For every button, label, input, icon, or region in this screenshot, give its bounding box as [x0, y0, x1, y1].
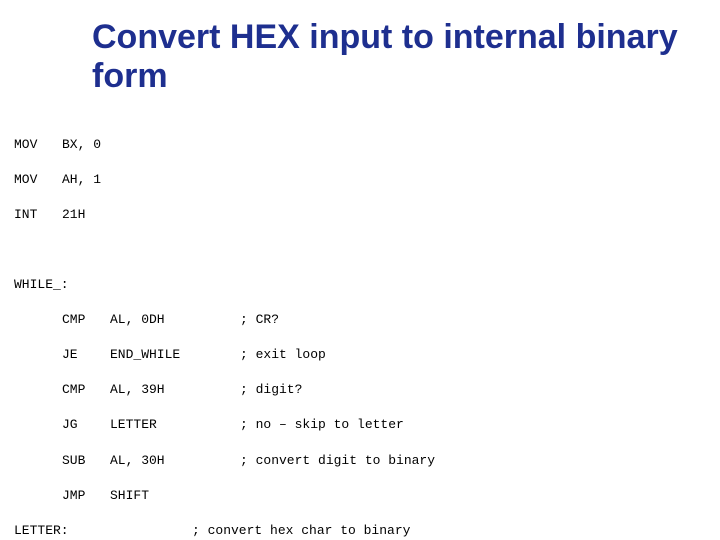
operand: LETTER — [110, 416, 240, 434]
comment: ; digit? — [240, 381, 302, 399]
operand: AL, 0DH — [110, 311, 240, 329]
mnemonic: CMP — [62, 311, 110, 329]
operand: SHIFT — [110, 487, 240, 505]
mnemonic: INT — [14, 206, 62, 224]
comment: ; no – skip to letter — [240, 416, 404, 434]
mnemonic: MOV — [14, 171, 62, 189]
slide-title: Convert HEX input to internal binary for… — [92, 18, 720, 96]
mnemonic: JG — [62, 416, 110, 434]
comment: ; exit loop — [240, 346, 326, 364]
mnemonic: CMP — [62, 381, 110, 399]
mnemonic: JE — [62, 346, 110, 364]
mnemonic: MOV — [14, 136, 62, 154]
operand: END_WHILE — [110, 346, 240, 364]
operand: AH, 1 — [62, 171, 192, 189]
mnemonic: JMP — [62, 487, 110, 505]
operand: AL, 39H — [110, 381, 240, 399]
operand: AL, 30H — [110, 452, 240, 470]
comment: ; convert hex char to binary — [192, 522, 410, 540]
operand: 21H — [62, 206, 192, 224]
comment: ; convert digit to binary — [240, 452, 435, 470]
code-block: MOVBX, 0 MOVAH, 1 INT21H WHILE_: CMPAL, … — [14, 118, 720, 540]
mnemonic: SUB — [62, 452, 110, 470]
comment: ; CR? — [240, 311, 279, 329]
label-while: WHILE_: — [14, 276, 69, 294]
operand: BX, 0 — [62, 136, 192, 154]
label-letter: LETTER: — [14, 522, 69, 540]
